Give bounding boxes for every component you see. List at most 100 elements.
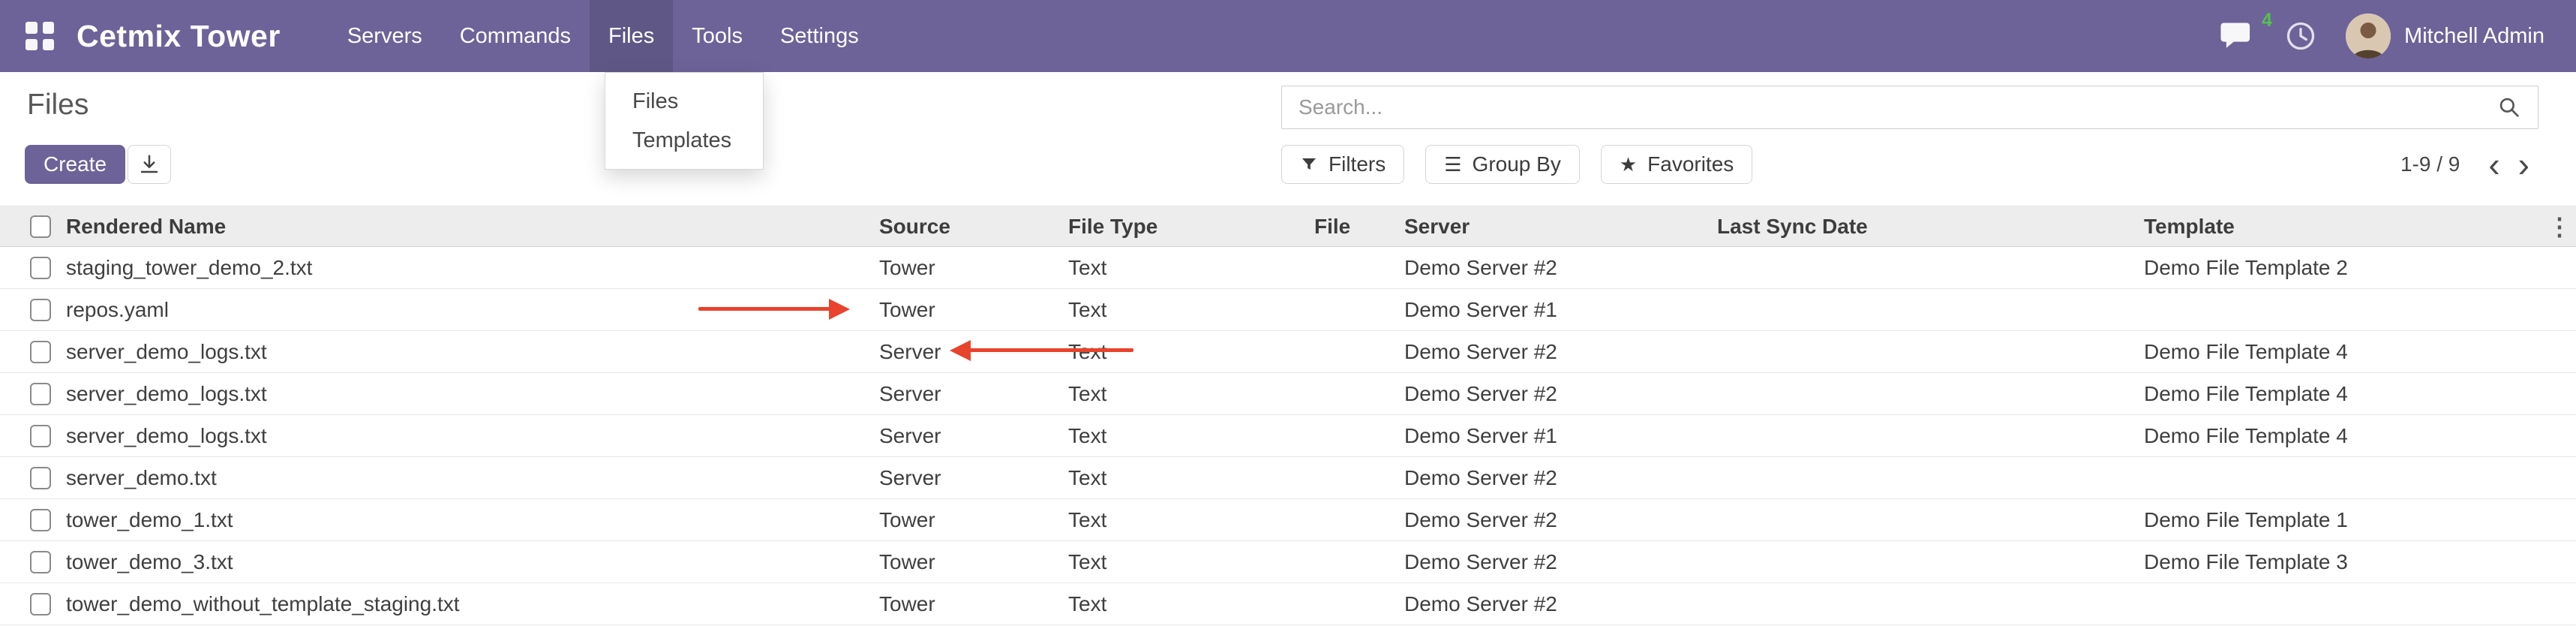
row-checkbox[interactable] [30, 257, 51, 279]
cell-template: Demo File Template 4 [2144, 382, 2543, 406]
cell-file-type: Text [1068, 382, 1314, 406]
cell-server: Demo Server #2 [1404, 550, 1717, 574]
cell-server: Demo Server #2 [1404, 382, 1717, 406]
cell-server: Demo Server #1 [1404, 298, 1717, 322]
filters-button[interactable]: Filters [1281, 145, 1404, 184]
pager: 1-9 / 9 ‹ › [2400, 145, 2538, 184]
clock-icon [2284, 20, 2317, 53]
column-header-file[interactable]: File [1314, 215, 1404, 239]
cell-source: Tower [879, 508, 1068, 532]
table-row[interactable]: tower_demo_1.txt Tower Text Demo Server … [0, 499, 2576, 541]
cell-template: Demo File Template 4 [2144, 424, 2543, 448]
filter-icon [1300, 155, 1318, 173]
user-menu[interactable]: Mitchell Admin [2346, 14, 2544, 59]
table-row[interactable]: tower_demo_without_template_staging.txt … [0, 583, 2576, 625]
user-name-label: Mitchell Admin [2404, 24, 2544, 49]
table-row[interactable]: server_demo_logs.txt Server Text Demo Se… [0, 415, 2576, 457]
table-body: staging_tower_demo_2.txt Tower Text Demo… [0, 247, 2576, 625]
table-row[interactable]: repos.yaml Tower Text Demo Server #1 [0, 289, 2576, 331]
messages-count-badge: 4 [2262, 10, 2272, 32]
row-checkbox[interactable] [30, 593, 51, 615]
search-input[interactable] [1282, 95, 2497, 119]
apps-grid-icon [26, 22, 38, 34]
cell-file-type: Text [1068, 550, 1314, 574]
cell-file-type: Text [1068, 256, 1314, 280]
export-button[interactable] [128, 145, 171, 184]
nav-item-files[interactable]: Files [590, 0, 673, 72]
row-checkbox[interactable] [30, 509, 51, 531]
create-button[interactable]: Create [25, 145, 125, 184]
activities-button[interactable] [2284, 20, 2317, 53]
cell-source: Tower [879, 256, 1068, 280]
cell-server: Demo Server #2 [1404, 592, 1717, 616]
group-by-button[interactable]: ☰ Group By [1425, 145, 1580, 184]
cell-rendered-name: tower_demo_3.txt [66, 550, 879, 574]
nav-item-commands[interactable]: Commands [441, 0, 590, 72]
table-row[interactable]: staging_tower_demo_2.txt Tower Text Demo… [0, 247, 2576, 289]
column-header-rendered-name[interactable]: Rendered Name [66, 215, 879, 239]
row-checkbox[interactable] [30, 383, 51, 405]
column-header-source[interactable]: Source [879, 215, 1068, 239]
pager-previous-button[interactable]: ‹ [2479, 146, 2508, 182]
search-option-buttons: Filters ☰ Group By ★ Favorites [1281, 145, 1752, 184]
top-navbar: Cetmix Tower Servers Commands Files Tool… [0, 0, 2576, 72]
row-checkbox[interactable] [30, 551, 51, 573]
nav-item-tools[interactable]: Tools [673, 0, 761, 72]
row-checkbox[interactable] [30, 341, 51, 363]
cell-rendered-name: server_demo.txt [66, 466, 879, 490]
cell-rendered-name: tower_demo_without_template_staging.txt [66, 592, 879, 616]
apps-menu-button[interactable] [26, 22, 54, 50]
cell-server: Demo Server #1 [1404, 424, 1717, 448]
select-all-checkbox[interactable] [30, 215, 51, 238]
cell-rendered-name: tower_demo_1.txt [66, 508, 879, 532]
dropdown-item-templates[interactable]: Templates [605, 121, 763, 160]
star-icon: ★ [1620, 155, 1637, 174]
table-row[interactable]: server_demo_logs.txt Server Text Demo Se… [0, 331, 2576, 373]
favorites-button[interactable]: ★ Favorites [1601, 145, 1752, 184]
cell-source: Tower [879, 298, 1068, 322]
cell-file-type: Text [1068, 466, 1314, 490]
table-row[interactable]: server_demo.txt Server Text Demo Server … [0, 457, 2576, 499]
search-icon[interactable] [2497, 95, 2521, 119]
cell-file-type: Text [1068, 508, 1314, 532]
cell-template: Demo File Template 4 [2144, 340, 2543, 364]
column-header-template[interactable]: Template [2144, 215, 2543, 239]
cell-server: Demo Server #2 [1404, 256, 1717, 280]
column-header-last-sync-date[interactable]: Last Sync Date [1717, 215, 2144, 239]
cell-file-type: Text [1068, 592, 1314, 616]
table-row[interactable]: tower_demo_3.txt Tower Text Demo Server … [0, 541, 2576, 583]
main-menu: Servers Commands Files Tools Settings [329, 0, 878, 72]
cell-rendered-name: server_demo_logs.txt [66, 340, 879, 364]
column-header-server[interactable]: Server [1404, 215, 1717, 239]
messages-button[interactable]: 4 [2220, 20, 2256, 52]
user-avatar [2346, 14, 2391, 59]
row-checkbox[interactable] [30, 425, 51, 447]
nav-item-servers[interactable]: Servers [329, 0, 441, 72]
annotation-arrow-source-server [950, 340, 1133, 361]
cell-server: Demo Server #2 [1404, 340, 1717, 364]
cell-server: Demo Server #2 [1404, 466, 1717, 490]
page-title: Files [27, 89, 89, 122]
cell-source: Tower [879, 592, 1068, 616]
table-header: Rendered Name Source File Type File Serv… [0, 206, 2576, 247]
cell-source: Server [879, 382, 1068, 406]
chat-bubble-icon [2220, 20, 2256, 52]
cell-template: Demo File Template 2 [2144, 256, 2543, 280]
download-icon [138, 153, 161, 176]
dropdown-item-files[interactable]: Files [605, 82, 763, 121]
cell-template: Demo File Template 3 [2144, 550, 2543, 574]
row-checkbox[interactable] [30, 467, 51, 489]
nav-item-settings[interactable]: Settings [761, 0, 878, 72]
group-by-icon: ☰ [1444, 155, 1461, 174]
row-checkbox[interactable] [30, 299, 51, 321]
cell-rendered-name: staging_tower_demo_2.txt [66, 256, 879, 280]
app-brand[interactable]: Cetmix Tower [77, 19, 281, 54]
pager-next-button[interactable]: › [2509, 146, 2538, 182]
cell-rendered-name: server_demo_logs.txt [66, 382, 879, 406]
cell-template: Demo File Template 1 [2144, 508, 2543, 532]
cell-source: Server [879, 466, 1068, 490]
cell-source: Tower [879, 550, 1068, 574]
column-header-file-type[interactable]: File Type [1068, 215, 1314, 239]
table-row[interactable]: server_demo_logs.txt Server Text Demo Se… [0, 373, 2576, 415]
column-options-icon[interactable]: ⋮ [2547, 212, 2571, 241]
